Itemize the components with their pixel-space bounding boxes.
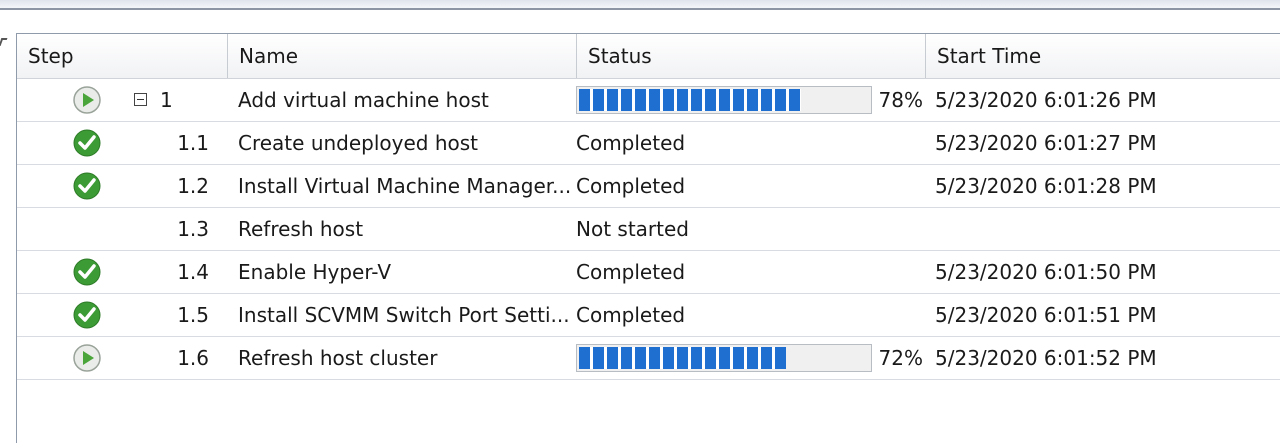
start-time: 5/23/2020 6:01:26 PM — [935, 88, 1157, 112]
progress-percent: 72% — [878, 346, 923, 370]
step-name: Create undeployed host — [238, 131, 479, 155]
step-number: 1.4 — [177, 260, 209, 284]
column-header-name[interactable]: Name — [228, 34, 577, 78]
step-name: Enable Hyper-V — [238, 260, 392, 284]
completed-check-icon — [73, 258, 101, 286]
grid-header: Step Name Status Start Time — [17, 34, 1280, 79]
table-row[interactable]: 1 Add virtual machine host 78% 5/23/2020… — [17, 79, 1280, 122]
edge-mark — [0, 38, 8, 46]
column-header-step[interactable]: Step — [17, 34, 228, 78]
start-time: 5/23/2020 6:01:52 PM — [935, 346, 1157, 370]
start-time: 5/23/2020 6:01:27 PM — [935, 131, 1157, 155]
step-status: Completed — [576, 174, 686, 198]
progress-fill — [579, 347, 786, 369]
top-border — [0, 0, 1280, 10]
column-header-start-time[interactable]: Start Time — [926, 34, 1280, 78]
step-number: 1.1 — [177, 131, 209, 155]
column-header-status[interactable]: Status — [577, 34, 926, 78]
table-row[interactable]: 1.2 Install Virtual Machine Manager... C… — [17, 165, 1280, 208]
step-status: Completed — [576, 303, 686, 327]
step-number: 1 — [160, 88, 173, 112]
step-status: Completed — [576, 131, 686, 155]
running-play-icon — [73, 86, 101, 114]
step-name: Refresh host cluster — [238, 346, 438, 370]
table-row[interactable]: 1.1 Create undeployed host Completed 5/2… — [17, 122, 1280, 165]
progress-bar — [576, 86, 872, 114]
step-number: 1.2 — [177, 174, 209, 198]
progress-fill — [579, 89, 801, 111]
progress-bar — [576, 344, 872, 372]
step-status: Not started — [576, 217, 689, 241]
step-name: Install Virtual Machine Manager... — [238, 174, 572, 198]
step-name: Add virtual machine host — [238, 88, 489, 112]
step-status: Completed — [576, 260, 686, 284]
step-name: Refresh host — [238, 217, 364, 241]
step-number: 1.3 — [177, 217, 209, 241]
completed-check-icon — [73, 172, 101, 200]
step-number: 1.5 — [177, 303, 209, 327]
step-name: Install SCVMM Switch Port Setti... — [238, 303, 570, 327]
start-time: 5/23/2020 6:01:51 PM — [935, 303, 1157, 327]
step-number: 1.6 — [177, 346, 209, 370]
job-steps-window: Step Name Status Start Time 1 Add virtua… — [0, 0, 1280, 443]
completed-check-icon — [73, 301, 101, 329]
progress-percent: 78% — [878, 88, 923, 112]
table-row[interactable]: 1.5 Install SCVMM Switch Port Setti... C… — [17, 294, 1280, 337]
start-time: 5/23/2020 6:01:28 PM — [935, 174, 1157, 198]
completed-check-icon — [73, 129, 101, 157]
start-time: 5/23/2020 6:01:50 PM — [935, 260, 1157, 284]
running-play-icon — [73, 344, 101, 372]
table-row[interactable]: 1.4 Enable Hyper-V Completed 5/23/2020 6… — [17, 251, 1280, 294]
table-row[interactable]: 1.6 Refresh host cluster 72% 5/23/2020 6… — [17, 337, 1280, 380]
collapse-toggle[interactable] — [134, 93, 147, 106]
job-steps-grid[interactable]: Step Name Status Start Time 1 Add virtua… — [16, 33, 1280, 443]
table-row[interactable]: 1.3 Refresh host Not started — [17, 208, 1280, 251]
